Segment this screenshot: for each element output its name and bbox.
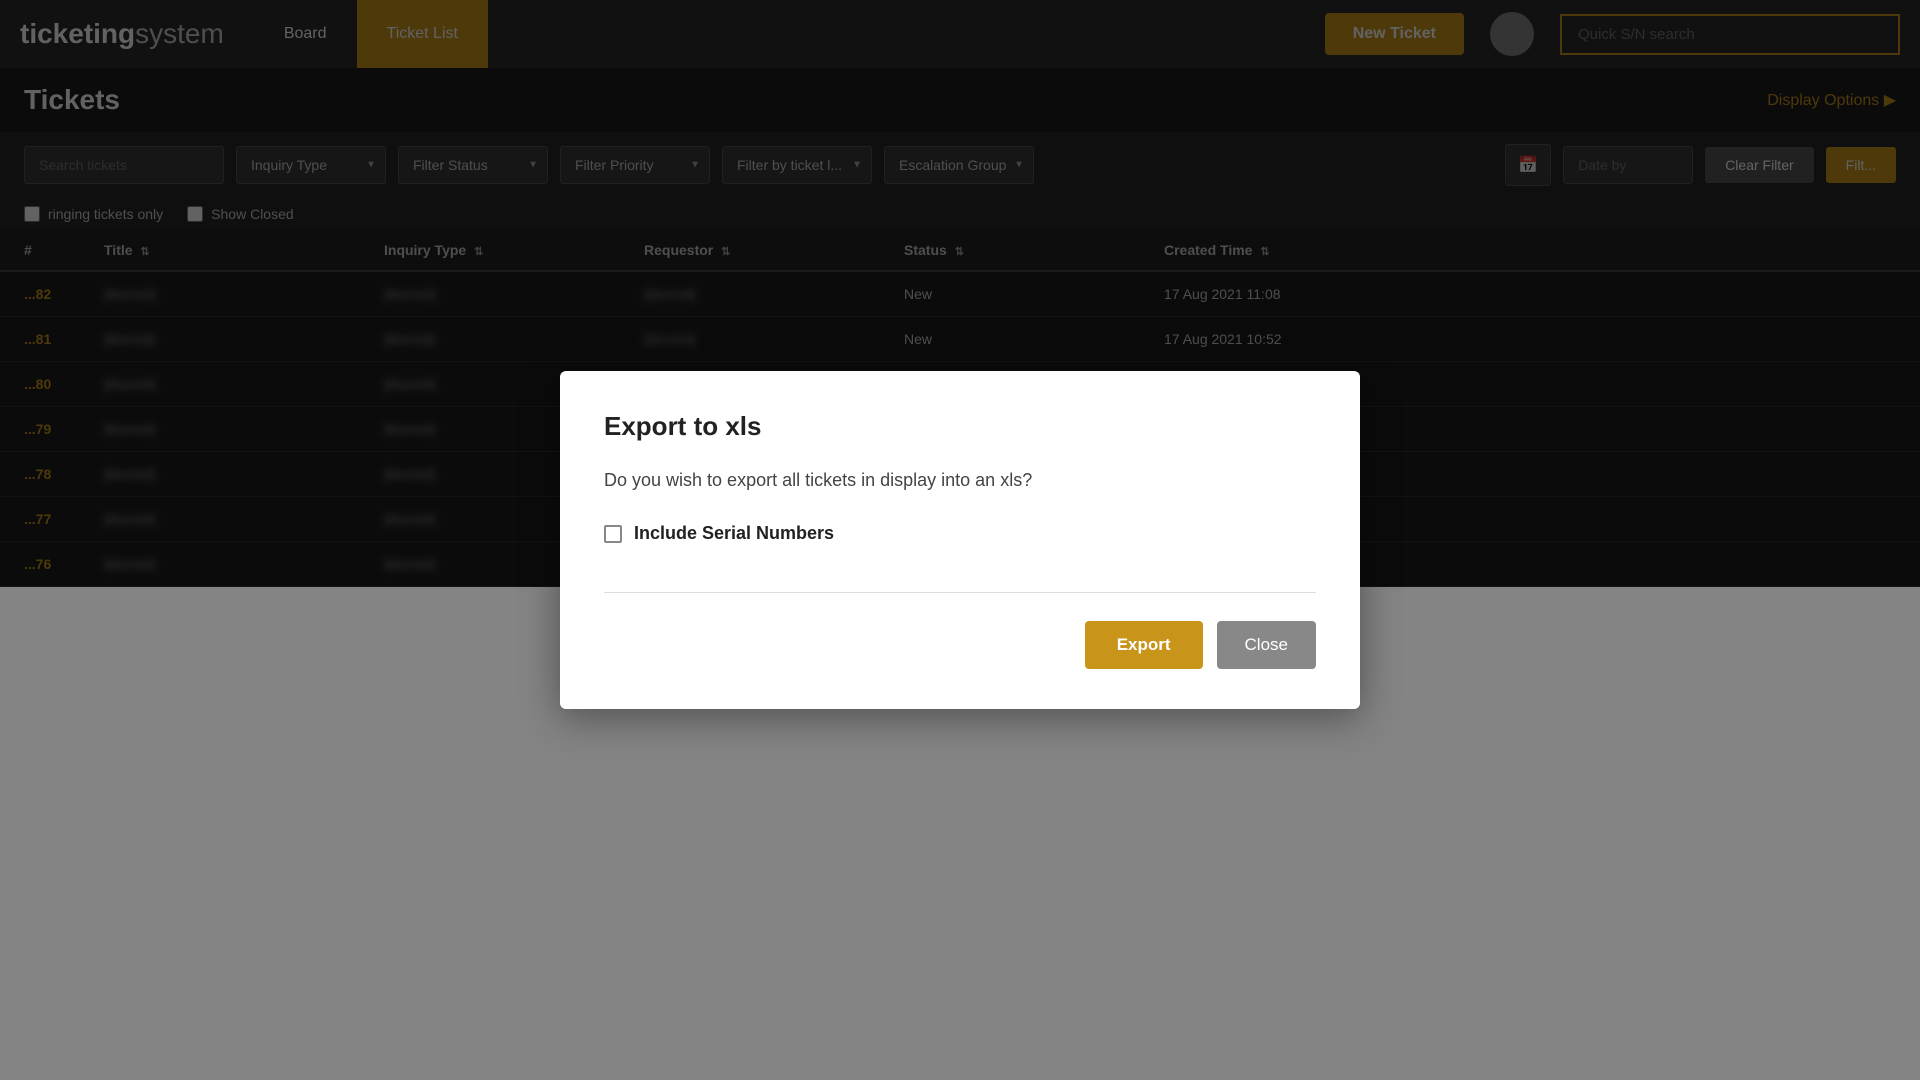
include-serial-checkbox[interactable] — [604, 525, 622, 543]
modal-divider — [604, 592, 1316, 593]
modal-body-text: Do you wish to export all tickets in dis… — [604, 470, 1316, 491]
export-button[interactable]: Export — [1085, 621, 1203, 669]
modal-checkbox-row: Include Serial Numbers — [604, 523, 1316, 544]
modal-overlay: Export to xls Do you wish to export all … — [0, 0, 1920, 1080]
modal-title: Export to xls — [604, 411, 1316, 442]
export-modal: Export to xls Do you wish to export all … — [560, 371, 1360, 709]
close-button[interactable]: Close — [1217, 621, 1316, 669]
modal-footer: Export Close — [604, 621, 1316, 669]
include-serial-label[interactable]: Include Serial Numbers — [634, 523, 834, 544]
